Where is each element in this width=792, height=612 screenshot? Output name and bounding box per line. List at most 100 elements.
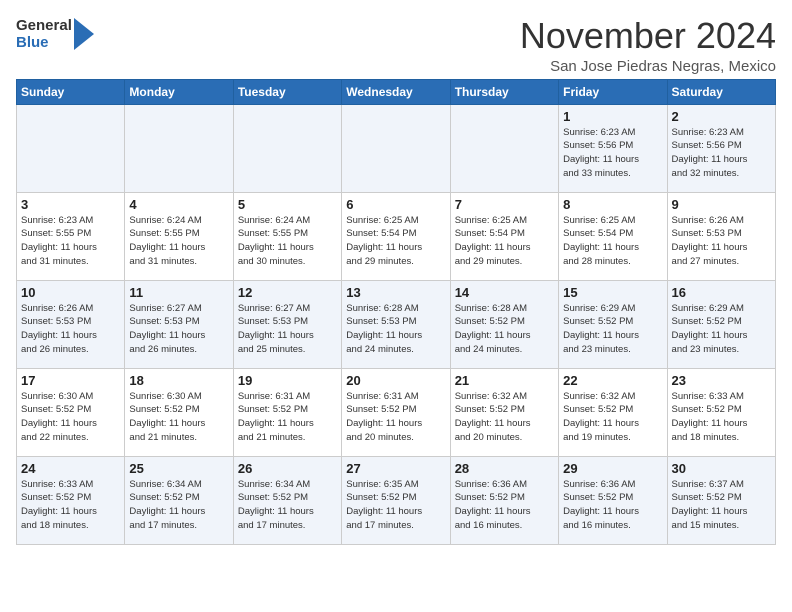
day-number: 15 [563, 285, 662, 300]
logo: GeneralBlue [16, 16, 96, 52]
day-number: 8 [563, 197, 662, 212]
day-info: Sunrise: 6:29 AM Sunset: 5:52 PM Dayligh… [672, 302, 771, 357]
day-number: 23 [672, 373, 771, 388]
calendar-cell: 20 Sunrise: 6:31 AM Sunset: 5:52 PM Dayli… [342, 368, 450, 456]
calendar-cell: 13 Sunrise: 6:28 AM Sunset: 5:53 PM Dayli… [342, 280, 450, 368]
header-thursday: Thursday [450, 79, 558, 104]
day-number: 16 [672, 285, 771, 300]
calendar-cell: 5 Sunrise: 6:24 AM Sunset: 5:55 PM Daylig… [233, 192, 341, 280]
day-number: 24 [21, 461, 120, 476]
day-info: Sunrise: 6:36 AM Sunset: 5:52 PM Dayligh… [455, 478, 554, 533]
day-number: 5 [238, 197, 337, 212]
calendar-cell: 21Sunrise: 6:32 AM Sunset: 5:52 PM Dayli… [450, 368, 558, 456]
day-number: 19 [238, 373, 337, 388]
day-number: 2 [672, 109, 771, 124]
header-sunday: Sunday [17, 79, 125, 104]
calendar-cell [450, 104, 558, 192]
month-title: November 2024 [520, 16, 776, 56]
day-number: 14 [455, 285, 554, 300]
day-info: Sunrise: 6:31 AM Sunset: 5:52 PM Dayligh… [238, 390, 337, 445]
calendar-cell: 1 Sunrise: 6:23 AM Sunset: 5:56 PM Daylig… [559, 104, 667, 192]
day-info: Sunrise: 6:25 AM Sunset: 5:54 PM Dayligh… [346, 214, 445, 269]
calendar-header-row: SundayMondayTuesdayWednesdayThursdayFrid… [17, 79, 776, 104]
day-number: 21 [455, 373, 554, 388]
day-info: Sunrise: 6:28 AM Sunset: 5:52 PM Dayligh… [455, 302, 554, 357]
header-friday: Friday [559, 79, 667, 104]
logo-blue: Blue [16, 34, 72, 51]
calendar-cell: 27 Sunrise: 6:35 AM Sunset: 5:52 PM Dayli… [342, 456, 450, 544]
day-number: 7 [455, 197, 554, 212]
day-info: Sunrise: 6:25 AM Sunset: 5:54 PM Dayligh… [563, 214, 662, 269]
calendar-cell: 28 Sunrise: 6:36 AM Sunset: 5:52 PM Dayli… [450, 456, 558, 544]
calendar-week-row: 17Sunrise: 6:30 AM Sunset: 5:52 PM Dayli… [17, 368, 776, 456]
calendar-cell: 3Sunrise: 6:23 AM Sunset: 5:55 PM Daylig… [17, 192, 125, 280]
day-number: 20 [346, 373, 445, 388]
day-number: 22 [563, 373, 662, 388]
calendar-cell: 30 Sunrise: 6:37 AM Sunset: 5:52 PM Dayli… [667, 456, 775, 544]
calendar-cell: 24Sunrise: 6:33 AM Sunset: 5:52 PM Dayli… [17, 456, 125, 544]
calendar-cell: 10Sunrise: 6:26 AM Sunset: 5:53 PM Dayli… [17, 280, 125, 368]
day-number: 29 [563, 461, 662, 476]
day-number: 12 [238, 285, 337, 300]
calendar-cell: 15 Sunrise: 6:29 AM Sunset: 5:52 PM Dayli… [559, 280, 667, 368]
day-info: Sunrise: 6:30 AM Sunset: 5:52 PM Dayligh… [21, 390, 120, 445]
day-info: Sunrise: 6:29 AM Sunset: 5:52 PM Dayligh… [563, 302, 662, 357]
day-number: 18 [129, 373, 228, 388]
calendar-week-row: 3Sunrise: 6:23 AM Sunset: 5:55 PM Daylig… [17, 192, 776, 280]
calendar-cell: 2 Sunrise: 6:23 AM Sunset: 5:56 PM Daylig… [667, 104, 775, 192]
day-info: Sunrise: 6:33 AM Sunset: 5:52 PM Dayligh… [672, 390, 771, 445]
day-info: Sunrise: 6:34 AM Sunset: 5:52 PM Dayligh… [238, 478, 337, 533]
day-number: 30 [672, 461, 771, 476]
calendar-cell: 12Sunrise: 6:27 AM Sunset: 5:53 PM Dayli… [233, 280, 341, 368]
day-info: Sunrise: 6:26 AM Sunset: 5:53 PM Dayligh… [21, 302, 120, 357]
day-info: Sunrise: 6:34 AM Sunset: 5:52 PM Dayligh… [129, 478, 228, 533]
calendar-cell [342, 104, 450, 192]
day-info: Sunrise: 6:26 AM Sunset: 5:53 PM Dayligh… [672, 214, 771, 269]
title-area: November 2024 San Jose Piedras Negras, M… [520, 16, 776, 75]
calendar-week-row: 1 Sunrise: 6:23 AM Sunset: 5:56 PM Daylig… [17, 104, 776, 192]
day-number: 27 [346, 461, 445, 476]
day-info: Sunrise: 6:31 AM Sunset: 5:52 PM Dayligh… [346, 390, 445, 445]
day-info: Sunrise: 6:28 AM Sunset: 5:53 PM Dayligh… [346, 302, 445, 357]
day-number: 4 [129, 197, 228, 212]
calendar-week-row: 10Sunrise: 6:26 AM Sunset: 5:53 PM Dayli… [17, 280, 776, 368]
day-info: Sunrise: 6:24 AM Sunset: 5:55 PM Dayligh… [238, 214, 337, 269]
header-tuesday: Tuesday [233, 79, 341, 104]
logo-arrow-icon [74, 16, 96, 52]
day-info: Sunrise: 6:35 AM Sunset: 5:52 PM Dayligh… [346, 478, 445, 533]
page-header: GeneralBlue November 2024 San Jose Piedr… [16, 16, 776, 75]
calendar-week-row: 24Sunrise: 6:33 AM Sunset: 5:52 PM Dayli… [17, 456, 776, 544]
day-number: 13 [346, 285, 445, 300]
day-number: 11 [129, 285, 228, 300]
day-info: Sunrise: 6:36 AM Sunset: 5:52 PM Dayligh… [563, 478, 662, 533]
calendar-cell: 11Sunrise: 6:27 AM Sunset: 5:53 PM Dayli… [125, 280, 233, 368]
calendar-cell: 17Sunrise: 6:30 AM Sunset: 5:52 PM Dayli… [17, 368, 125, 456]
day-info: Sunrise: 6:30 AM Sunset: 5:52 PM Dayligh… [129, 390, 228, 445]
day-info: Sunrise: 6:37 AM Sunset: 5:52 PM Dayligh… [672, 478, 771, 533]
header-monday: Monday [125, 79, 233, 104]
day-info: Sunrise: 6:23 AM Sunset: 5:55 PM Dayligh… [21, 214, 120, 269]
day-number: 28 [455, 461, 554, 476]
calendar-cell: 23 Sunrise: 6:33 AM Sunset: 5:52 PM Dayli… [667, 368, 775, 456]
calendar-cell: 9Sunrise: 6:26 AM Sunset: 5:53 PM Daylig… [667, 192, 775, 280]
day-number: 6 [346, 197, 445, 212]
day-number: 25 [129, 461, 228, 476]
logo-general: General [16, 17, 72, 34]
calendar-cell: 22Sunrise: 6:32 AM Sunset: 5:52 PM Dayli… [559, 368, 667, 456]
calendar-cell: 7Sunrise: 6:25 AM Sunset: 5:54 PM Daylig… [450, 192, 558, 280]
calendar-cell: 4 Sunrise: 6:24 AM Sunset: 5:55 PM Daylig… [125, 192, 233, 280]
day-info: Sunrise: 6:23 AM Sunset: 5:56 PM Dayligh… [563, 126, 662, 181]
calendar-cell: 18 Sunrise: 6:30 AM Sunset: 5:52 PM Dayli… [125, 368, 233, 456]
header-saturday: Saturday [667, 79, 775, 104]
calendar-cell: 8 Sunrise: 6:25 AM Sunset: 5:54 PM Daylig… [559, 192, 667, 280]
calendar-cell: 29 Sunrise: 6:36 AM Sunset: 5:52 PM Dayli… [559, 456, 667, 544]
header-wednesday: Wednesday [342, 79, 450, 104]
location-title: San Jose Piedras Negras, Mexico [520, 58, 776, 75]
calendar-cell: 26Sunrise: 6:34 AM Sunset: 5:52 PM Dayli… [233, 456, 341, 544]
calendar-cell [17, 104, 125, 192]
day-number: 1 [563, 109, 662, 124]
calendar-cell: 19 Sunrise: 6:31 AM Sunset: 5:52 PM Dayli… [233, 368, 341, 456]
day-info: Sunrise: 6:23 AM Sunset: 5:56 PM Dayligh… [672, 126, 771, 181]
calendar-cell: 14 Sunrise: 6:28 AM Sunset: 5:52 PM Dayli… [450, 280, 558, 368]
day-info: Sunrise: 6:24 AM Sunset: 5:55 PM Dayligh… [129, 214, 228, 269]
